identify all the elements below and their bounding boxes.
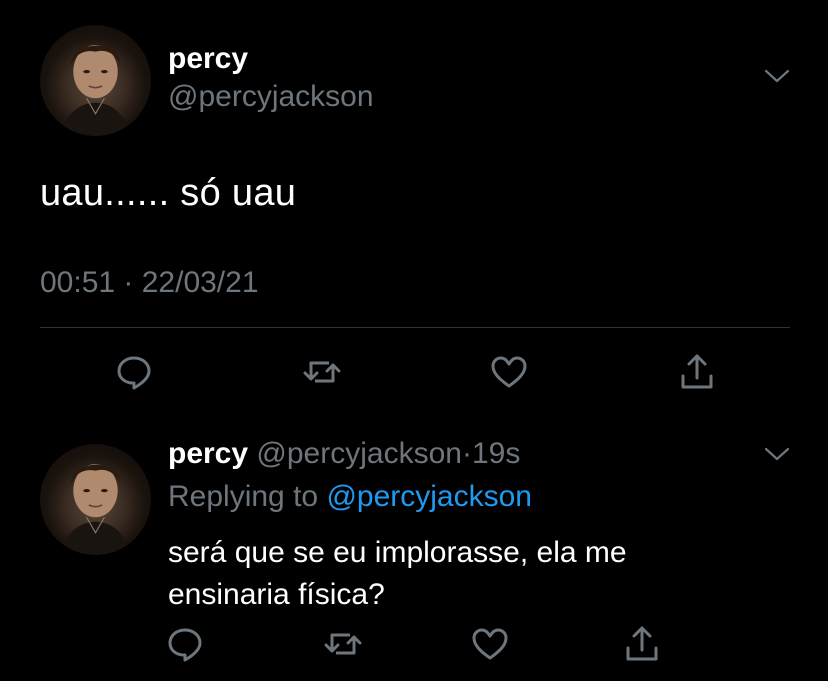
reply-text-line: ensinaria física? xyxy=(168,578,385,611)
replying-to-label: Replying to xyxy=(168,480,319,513)
heart-icon xyxy=(472,628,508,660)
heart-icon xyxy=(491,356,527,388)
avatar[interactable] xyxy=(40,25,151,136)
reply-separator: · xyxy=(461,437,472,470)
comment-icon xyxy=(117,356,151,390)
retweet-button[interactable] xyxy=(302,352,342,392)
author-display-name[interactable]: percy xyxy=(168,42,248,76)
replying-to-handle-link[interactable]: @percyjackson xyxy=(326,480,532,513)
avatar[interactable] xyxy=(40,444,151,555)
chevron-down-icon[interactable] xyxy=(762,66,792,86)
author-handle[interactable]: @percyjackson xyxy=(168,80,374,114)
replying-to-line: Replying to @percyjackson xyxy=(168,480,532,514)
reply-header: percy @percyjackson·19s xyxy=(168,437,520,471)
share-button[interactable] xyxy=(677,352,717,392)
tweet-text: uau...... só uau xyxy=(40,172,297,214)
share-button[interactable] xyxy=(622,624,662,664)
retweet-icon xyxy=(324,633,362,655)
chevron-down-icon[interactable] xyxy=(762,444,792,464)
share-icon xyxy=(681,354,713,389)
avatar-photo-icon xyxy=(62,44,129,136)
avatar-photo-icon xyxy=(62,463,129,555)
reply-button[interactable] xyxy=(165,624,205,664)
retweet-button[interactable] xyxy=(323,624,363,664)
divider xyxy=(40,327,790,328)
comment-icon xyxy=(168,628,202,662)
like-button[interactable] xyxy=(489,352,529,392)
reply-text-line: será que se eu implorasse, ela me xyxy=(168,536,627,569)
tweet-timestamp[interactable]: 00:51 · 22/03/21 xyxy=(40,266,259,300)
reply-time[interactable]: 19s xyxy=(472,437,520,470)
reply-button[interactable] xyxy=(114,352,154,392)
reply-author-display-name[interactable]: percy xyxy=(168,437,248,470)
like-button[interactable] xyxy=(470,624,510,664)
tweet-thread: percy @percyjackson uau...... só uau 00:… xyxy=(0,0,828,681)
retweet-icon xyxy=(303,361,341,383)
reply-text: será que se eu implorasse, ela me ensina… xyxy=(168,532,768,616)
reply-author-handle[interactable]: @percyjackson xyxy=(256,437,462,470)
share-icon xyxy=(626,626,658,661)
